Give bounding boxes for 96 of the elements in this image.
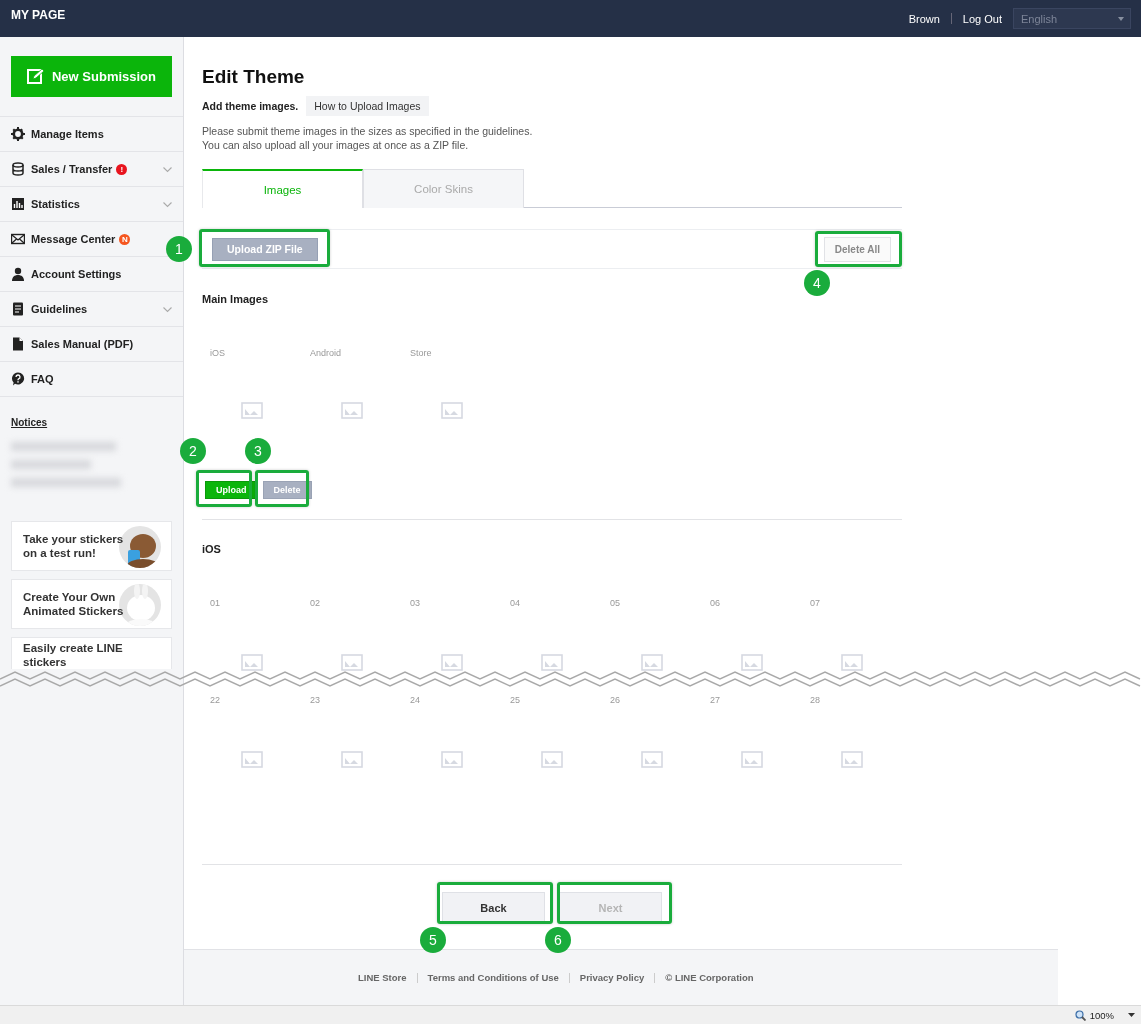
edit-icon bbox=[27, 68, 44, 85]
image-placeholder-icon bbox=[641, 751, 663, 768]
image-placeholder-icon bbox=[341, 654, 363, 671]
sidebar-item[interactable]: Manage Items bbox=[11, 117, 159, 151]
sidebar-item-label: Statistics bbox=[31, 198, 80, 210]
slot-label: 05 bbox=[609, 598, 621, 609]
sidebar-item-label: Message Center bbox=[31, 233, 116, 245]
person-icon bbox=[11, 267, 25, 281]
zoom-icon bbox=[1074, 1009, 1086, 1021]
footer-link[interactable]: LINE Store bbox=[358, 972, 407, 983]
bar-chart-icon bbox=[11, 197, 25, 211]
sidebar-item-label: Account Settings bbox=[31, 268, 122, 280]
footer-link[interactable]: Privacy Policy bbox=[579, 972, 645, 983]
sidebar-item[interactable]: Statistics bbox=[11, 187, 159, 221]
image-placeholder-icon bbox=[441, 654, 463, 671]
section-heading: iOS bbox=[202, 542, 222, 556]
image-placeholder-icon bbox=[841, 654, 863, 671]
page-title: MY PAGE bbox=[11, 7, 66, 22]
question-bubble-icon bbox=[11, 372, 25, 386]
slot-label: 06 bbox=[709, 598, 721, 609]
highlight-frame bbox=[196, 470, 252, 507]
user-link[interactable]: Brown bbox=[908, 12, 940, 25]
envelope-icon bbox=[11, 232, 25, 246]
sidebar-item-label: Manage Items bbox=[31, 128, 104, 140]
promo-banner[interactable]: Create Your Own Animated Stickers bbox=[11, 579, 172, 629]
sidebar-item[interactable]: Sales / Transfer ! bbox=[11, 152, 159, 186]
help-button[interactable]: How to Upload Images bbox=[306, 96, 429, 116]
image-placeholder-icon bbox=[241, 654, 263, 671]
caret-icon[interactable] bbox=[1128, 1013, 1135, 1017]
image-placeholder-icon bbox=[641, 654, 663, 671]
sidebar-item[interactable]: Guidelines bbox=[11, 292, 159, 326]
sidebar-item-label: Sales / Transfer bbox=[31, 163, 113, 175]
step-marker: 4 bbox=[804, 270, 830, 296]
description-text: Please submit theme images in the sizes as specified in the guidelines. You can also upload all your images at once as a ZIP file. bbox=[202, 124, 534, 152]
caret-icon bbox=[1118, 16, 1124, 21]
banner-text: Take your stickers on a test run! bbox=[23, 532, 124, 560]
section-heading: Main Images bbox=[202, 292, 270, 306]
banner-text: Create Your Own Animated Stickers bbox=[23, 590, 124, 618]
promo-banner[interactable]: Easily create LINE stickers bbox=[11, 637, 172, 669]
chevron-down-icon bbox=[163, 167, 172, 173]
sidebar-item-label: FAQ bbox=[31, 373, 54, 385]
slot-label: 07 bbox=[809, 598, 821, 609]
document-icon bbox=[11, 302, 25, 316]
step-marker: 2 bbox=[180, 438, 206, 464]
zoom-level[interactable]: 100% bbox=[1089, 1009, 1114, 1021]
step-marker: 6 bbox=[545, 927, 571, 953]
slot-label: 03 bbox=[409, 598, 421, 609]
logout-link[interactable]: Log Out bbox=[962, 12, 1002, 25]
sidebar-item[interactable]: FAQ bbox=[11, 362, 159, 396]
image-placeholder-icon bbox=[541, 751, 563, 768]
slot-label: 24 bbox=[409, 695, 421, 706]
slot-label: Store bbox=[409, 348, 433, 359]
image-placeholder-icon bbox=[741, 751, 763, 768]
highlight-frame bbox=[255, 470, 309, 507]
footer-link[interactable]: Terms and Conditions of Use bbox=[427, 972, 559, 983]
sidebar-item-label: Guidelines bbox=[31, 303, 88, 315]
notification-badge: ! bbox=[116, 163, 128, 175]
chevron-down-icon bbox=[163, 202, 172, 208]
notification-badge: N bbox=[119, 233, 131, 245]
image-placeholder-icon bbox=[741, 654, 763, 671]
image-placeholder-icon bbox=[241, 751, 263, 768]
sidebar-item[interactable]: Sales Manual (PDF) bbox=[11, 327, 159, 361]
slot-label: Android bbox=[309, 348, 343, 359]
slot-label: 22 bbox=[209, 695, 221, 706]
step-marker: 1 bbox=[166, 236, 192, 262]
slot-label: 04 bbox=[509, 598, 521, 609]
intro-text: Add theme images. bbox=[202, 100, 299, 112]
sidebar-item[interactable]: Message Center N bbox=[11, 222, 159, 256]
page-heading: Edit Theme bbox=[202, 65, 306, 89]
slot-label: 28 bbox=[809, 695, 821, 706]
file-icon bbox=[11, 337, 25, 351]
image-placeholder-icon bbox=[541, 654, 563, 671]
image-placeholder-icon bbox=[241, 402, 263, 419]
image-placeholder-icon bbox=[841, 751, 863, 768]
step-marker: 5 bbox=[420, 927, 446, 953]
footer-link[interactable]: © LINE Corporation bbox=[665, 972, 754, 983]
image-placeholder-icon bbox=[341, 751, 363, 768]
slot-label: 25 bbox=[509, 695, 521, 706]
slot-label: 01 bbox=[209, 598, 221, 609]
image-placeholder-icon bbox=[441, 751, 463, 768]
image-placeholder-icon bbox=[341, 402, 363, 419]
image-placeholder-icon bbox=[441, 402, 463, 419]
database-icon bbox=[11, 162, 25, 176]
promo-banner[interactable]: Take your stickers on a test run! bbox=[11, 521, 172, 571]
slot-label: 02 bbox=[309, 598, 321, 609]
slot-label: iOS bbox=[209, 348, 226, 359]
sidebar-item[interactable]: Account Settings bbox=[11, 257, 159, 291]
gear-icon bbox=[11, 127, 25, 141]
slot-label: 27 bbox=[709, 695, 721, 706]
notices-link[interactable]: Notices bbox=[11, 417, 48, 428]
step-marker: 3 bbox=[245, 438, 271, 464]
slot-label: 23 bbox=[309, 695, 321, 706]
slot-label: 26 bbox=[609, 695, 621, 706]
banner-text: Easily create LINE stickers bbox=[23, 641, 123, 669]
sidebar-item-label: Sales Manual (PDF) bbox=[31, 338, 134, 350]
chevron-down-icon bbox=[163, 307, 172, 313]
